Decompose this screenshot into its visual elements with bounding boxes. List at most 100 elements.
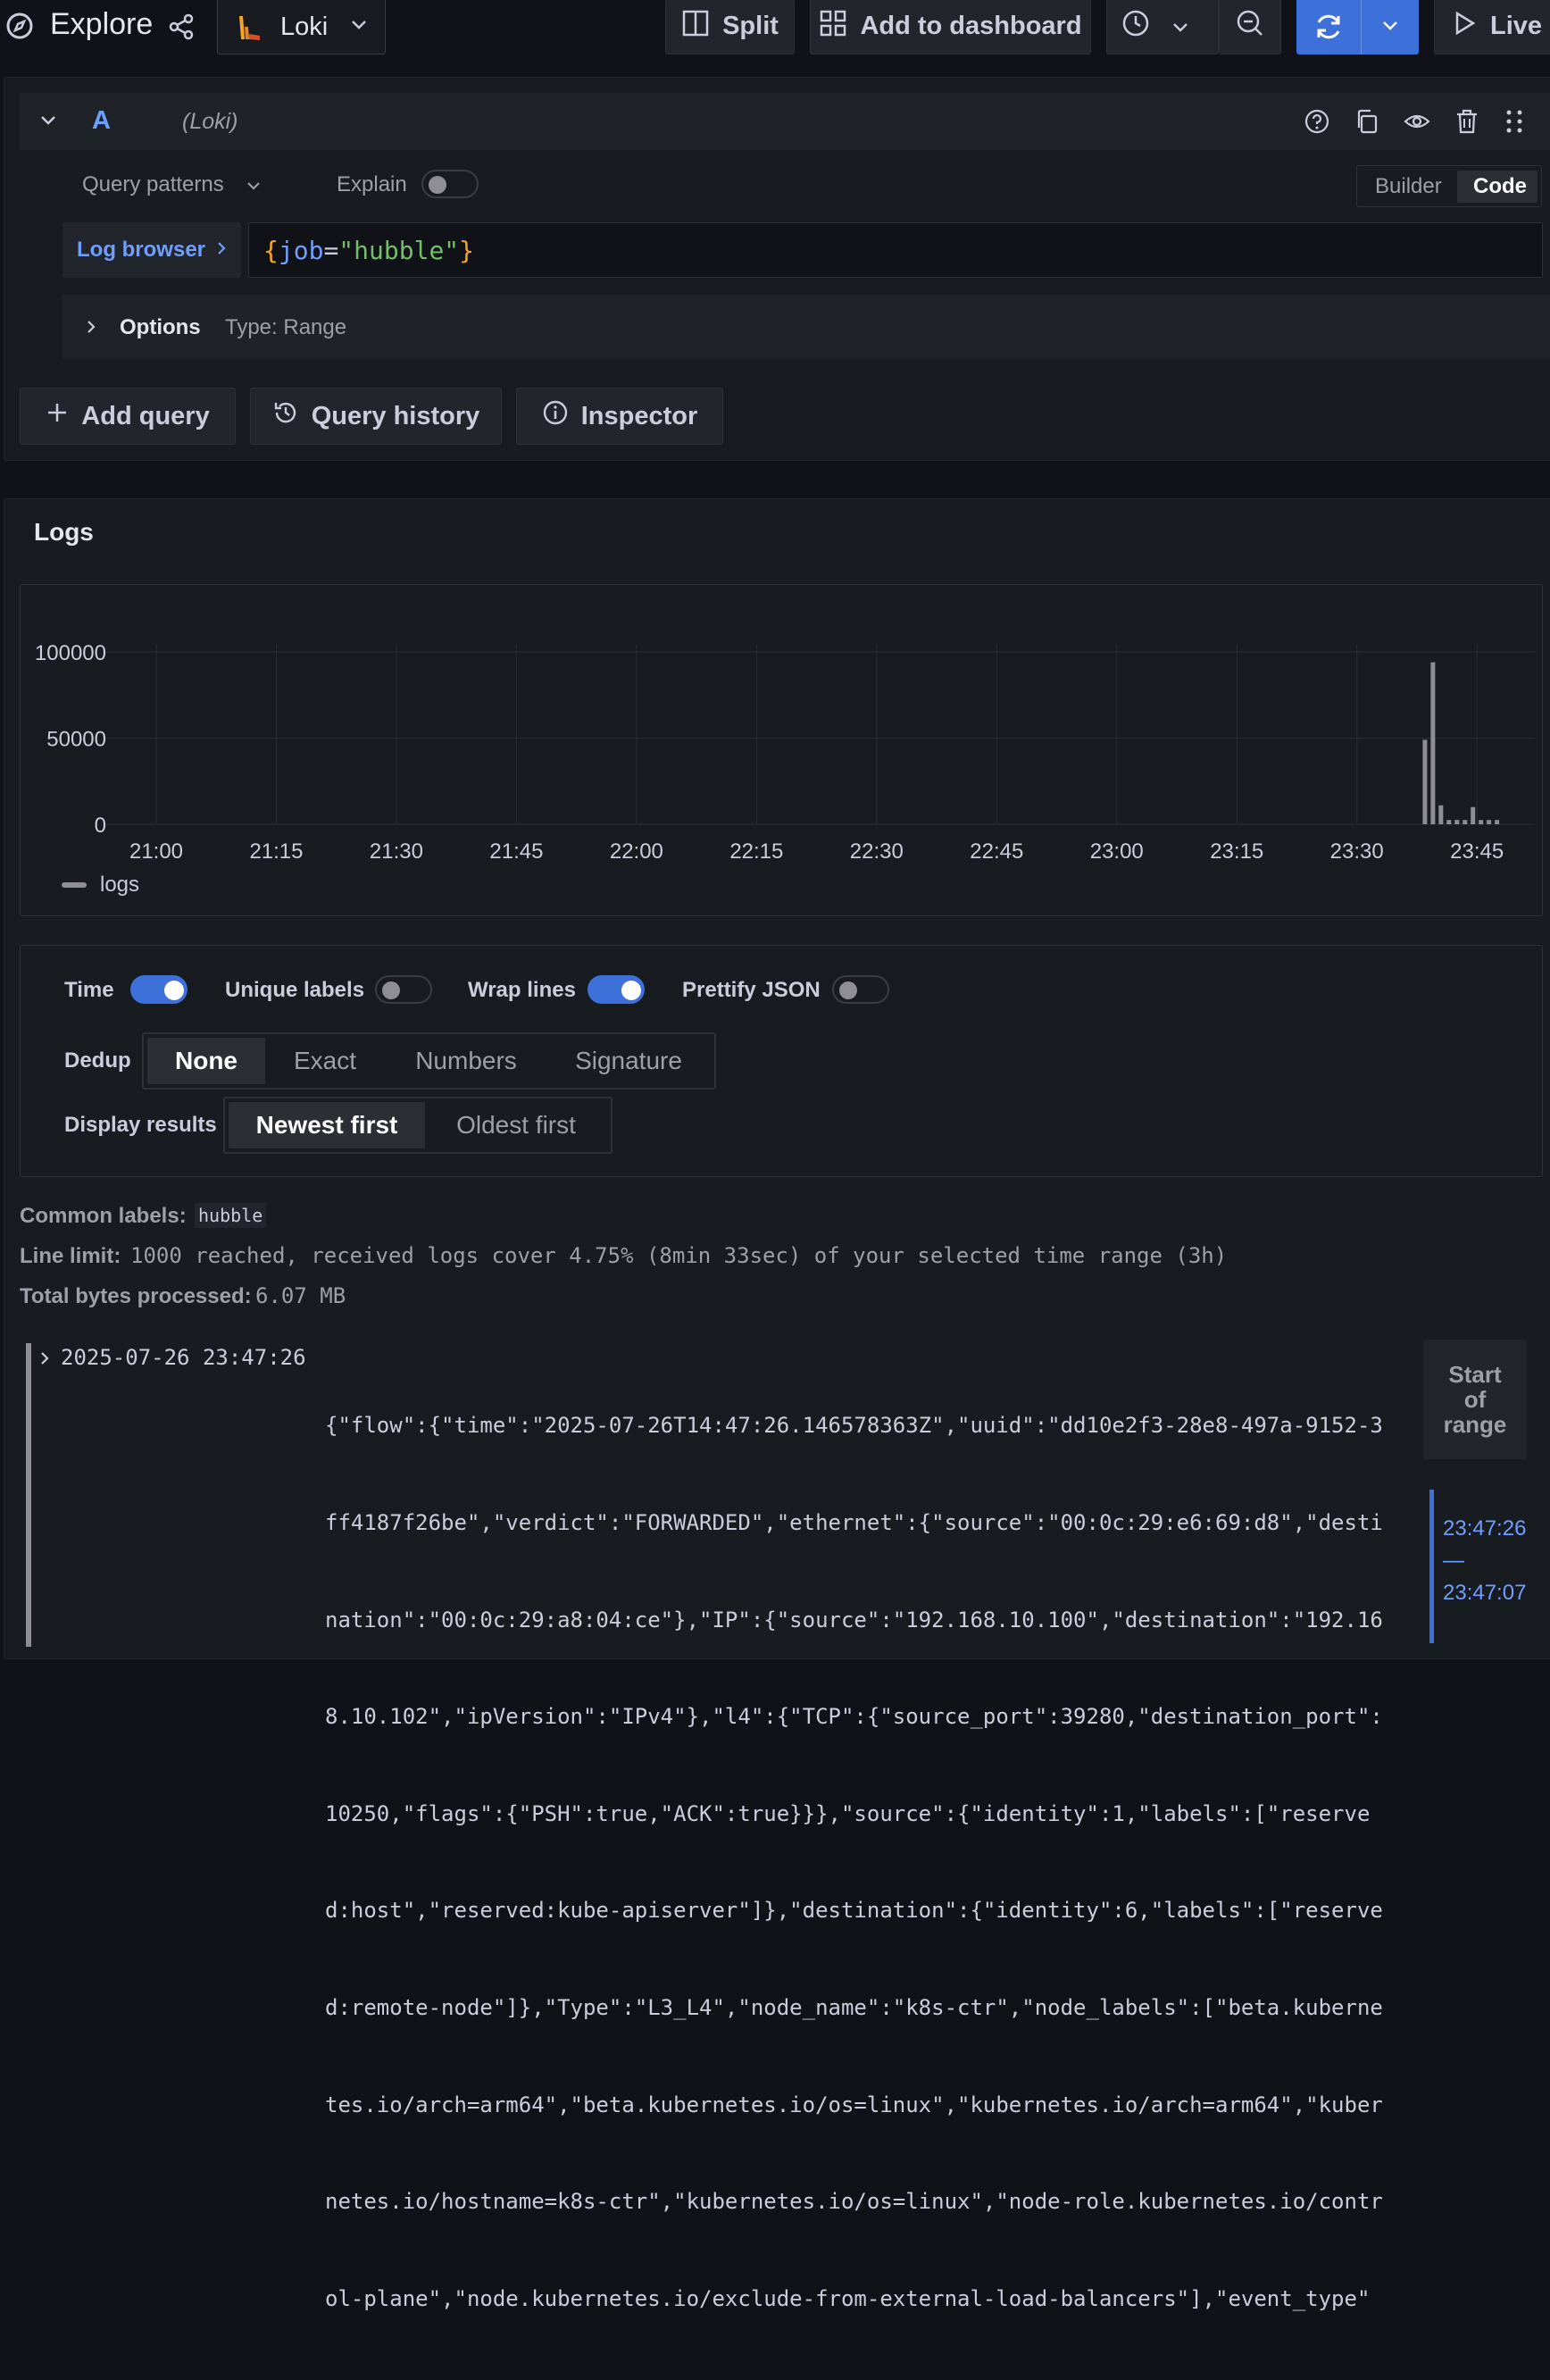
query-ref-id[interactable]: A bbox=[92, 106, 111, 136]
top-toolbar: Explore Loki Split Add to dashboard Live bbox=[0, 0, 1550, 63]
eye-icon[interactable] bbox=[1404, 108, 1430, 139]
add-query-button[interactable]: Add query bbox=[20, 388, 236, 445]
query-patterns-label: Query patterns bbox=[82, 172, 224, 196]
dedup-option-exact[interactable]: Exact bbox=[265, 1038, 385, 1084]
expr-brace-close: } bbox=[459, 236, 475, 265]
dedup-option-numbers[interactable]: Numbers bbox=[385, 1038, 547, 1084]
chart-bar bbox=[1462, 820, 1468, 824]
query-history-button[interactable]: Query history bbox=[250, 388, 502, 445]
log-browser-button[interactable]: Log browser bbox=[62, 222, 241, 278]
collapse-chevron-icon[interactable] bbox=[39, 114, 57, 131]
query-code-editor[interactable]: {job="hubble"} bbox=[248, 222, 1543, 278]
time-toggle[interactable] bbox=[130, 975, 188, 1004]
options-row[interactable]: Options Type: Range bbox=[62, 295, 1550, 359]
query-patterns-dropdown[interactable]: Query patterns bbox=[82, 172, 262, 197]
editor-mode-switch: Builder Code bbox=[1356, 165, 1542, 207]
run-query-button[interactable] bbox=[1296, 0, 1419, 54]
query-history-label: Query history bbox=[311, 401, 480, 430]
chart-bar bbox=[1479, 820, 1484, 824]
share-icon[interactable] bbox=[167, 13, 196, 46]
chevron-right-icon bbox=[216, 240, 227, 261]
x-tick-label: 21:30 bbox=[370, 839, 423, 864]
legend-label[interactable]: logs bbox=[100, 873, 139, 898]
x-tick-label: 23:00 bbox=[1090, 839, 1144, 864]
expr-label-value: "hubble" bbox=[338, 236, 460, 265]
log-level-bar bbox=[26, 1343, 31, 1647]
chart-bar bbox=[1422, 739, 1428, 824]
dedup-label: Dedup bbox=[64, 1048, 131, 1073]
unique-labels-toggle[interactable] bbox=[375, 975, 432, 1004]
split-label: Split bbox=[722, 12, 779, 40]
clock-icon bbox=[1121, 9, 1150, 45]
log-line-text: 10250,"flags":{"PSH":true,"ACK":true}}},… bbox=[325, 1800, 1371, 1826]
dedup-option-none[interactable]: None bbox=[147, 1038, 265, 1084]
chart-bar bbox=[1495, 820, 1500, 824]
help-icon[interactable] bbox=[1304, 108, 1330, 139]
logs-volume-svg: 0 50000 100000 21:00 21:15 21:30 21:45 22:00 22:… bbox=[35, 641, 1535, 864]
builder-mode-button[interactable]: Builder bbox=[1375, 174, 1442, 199]
chevron-down-icon bbox=[1171, 12, 1189, 41]
display-results-segmented-control: Newest first Oldest first bbox=[223, 1097, 612, 1154]
wrap-lines-toggle[interactable] bbox=[588, 975, 645, 1004]
explain-toggle[interactable] bbox=[421, 170, 479, 198]
chart-bar bbox=[1438, 805, 1444, 824]
y-tick-label: 100000 bbox=[35, 641, 106, 665]
log-line-text: nation":"00:0c:29:a8:04:ce"},"IP":{"sour… bbox=[325, 1607, 1383, 1633]
x-tick-label: 21:00 bbox=[129, 839, 183, 864]
page-title: Explore bbox=[50, 7, 154, 41]
display-option-newest-first[interactable]: Newest first bbox=[229, 1102, 425, 1148]
range-to: 23:47:07 bbox=[1443, 1581, 1527, 1605]
chevron-down-icon bbox=[350, 19, 368, 36]
options-type: Type: Range bbox=[225, 315, 347, 339]
datasource-name: Loki bbox=[280, 13, 329, 41]
divider bbox=[1361, 0, 1362, 54]
prettify-json-toggle[interactable] bbox=[832, 975, 889, 1004]
copy-icon[interactable] bbox=[1354, 108, 1380, 139]
code-mode-label: Code bbox=[1473, 174, 1527, 198]
chevron-down-icon[interactable] bbox=[1381, 20, 1399, 37]
inspector-button[interactable]: Inspector bbox=[516, 388, 723, 445]
dedup-option-signature[interactable]: Signature bbox=[547, 1038, 710, 1084]
chart-bar bbox=[1454, 820, 1460, 824]
inspector-label: Inspector bbox=[580, 401, 698, 430]
chevron-right-icon bbox=[86, 319, 96, 339]
zoom-out-button[interactable] bbox=[1219, 0, 1281, 54]
datasource-picker[interactable]: Loki bbox=[217, 0, 386, 54]
loki-logo-icon bbox=[236, 14, 262, 47]
split-icon bbox=[681, 9, 710, 45]
history-icon bbox=[272, 399, 299, 433]
total-bytes-key: Total bytes processed: bbox=[20, 1284, 252, 1308]
line-limit-value: 1000 reached, received logs cover 4.75% … bbox=[130, 1243, 1228, 1268]
start-of-range-label: range bbox=[1443, 1411, 1507, 1438]
y-tick-label: 0 bbox=[95, 814, 106, 838]
start-of-range-button[interactable]: Start of range bbox=[1423, 1340, 1527, 1459]
compass-icon bbox=[5, 12, 34, 45]
chevron-right-icon[interactable] bbox=[39, 1350, 50, 1371]
split-button[interactable]: Split bbox=[665, 0, 795, 54]
x-tick-label: 21:15 bbox=[249, 839, 303, 864]
drag-handle-icon[interactable] bbox=[1504, 108, 1525, 139]
total-bytes-value: 6.07 MB bbox=[255, 1283, 346, 1308]
query-datasource-hint: (Loki) bbox=[182, 109, 238, 134]
add-to-dashboard-button[interactable]: Add to dashboard bbox=[810, 0, 1091, 54]
display-option-oldest-first[interactable]: Oldest first bbox=[425, 1102, 607, 1148]
trash-icon[interactable] bbox=[1454, 108, 1480, 139]
expr-label-key: job bbox=[278, 236, 324, 265]
chart-bar bbox=[1471, 806, 1476, 824]
log-row[interactable]: 2025-07-26 23:47:26 {"flow":{"time":"202… bbox=[20, 1340, 1412, 2311]
log-line-text: d:host","reserved:kube-apiserver"]},"des… bbox=[325, 1898, 1383, 1924]
play-icon bbox=[1451, 10, 1478, 44]
range-timestamps[interactable]: 23:47:26 — 23:47:07 bbox=[1443, 1513, 1526, 1609]
plus-icon bbox=[46, 401, 69, 431]
prettify-json-label: Prettify JSON bbox=[682, 978, 821, 1002]
explain-label: Explain bbox=[337, 172, 407, 196]
chart-bar bbox=[1446, 820, 1452, 824]
time-picker-button[interactable] bbox=[1106, 0, 1219, 54]
wrap-lines-label: Wrap lines bbox=[468, 978, 576, 1002]
start-of-range-label: of bbox=[1463, 1386, 1487, 1413]
expr-operator: = bbox=[323, 236, 339, 265]
log-line-text: {"flow":{"time":"2025-07-26T14:47:26.146… bbox=[325, 1413, 1383, 1439]
options-label: Options bbox=[120, 315, 201, 339]
live-button[interactable]: Live bbox=[1434, 0, 1550, 54]
x-tick-label: 22:15 bbox=[729, 839, 783, 864]
